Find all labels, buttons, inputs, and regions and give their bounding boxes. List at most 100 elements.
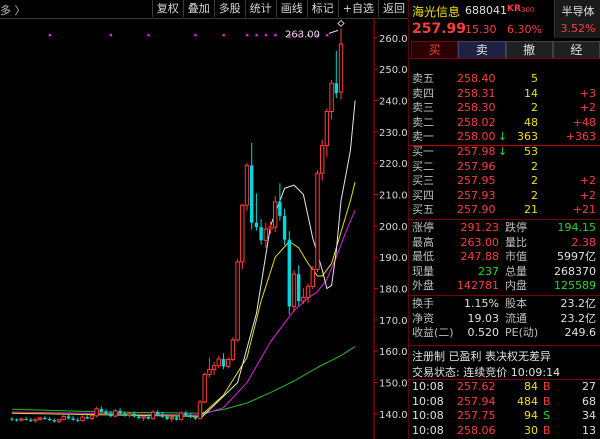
stat-value: 23.2亿 xyxy=(560,297,597,310)
tick-price: 258.06 xyxy=(457,423,496,437)
toolbar-button[interactable]: 标记 xyxy=(306,0,338,17)
price-change-pct: 6.30% xyxy=(507,23,542,36)
candle-body-down xyxy=(99,408,103,412)
order-price: 257.90 xyxy=(457,203,496,217)
candle-body-up xyxy=(273,201,278,228)
stats-row: 净资 19.03 流通 23.2亿 xyxy=(409,312,600,327)
divider xyxy=(409,58,600,59)
stat-label: PE(动) xyxy=(505,326,539,340)
toolbar-button[interactable]: 统计 xyxy=(244,0,276,17)
y-tick-label: 150.00 xyxy=(379,379,409,390)
order-volume: 5 xyxy=(531,72,538,85)
down-arrow-icon: ↓ xyxy=(498,130,508,144)
order-level: 买三 xyxy=(412,174,434,188)
toolbar-buttons: 复权 叠加 多股 统计 画线 标记 +自选 返回 xyxy=(151,0,409,18)
order-volume: 2 xyxy=(531,101,538,115)
kline-chart[interactable]: 140.00 150.00 160.00 170.00 180.00 190.00 200.… xyxy=(0,19,409,439)
sell-order-row[interactable]: 卖一 258.00 ↓ 363 +363 xyxy=(409,130,600,145)
buy-order-row[interactable]: 买五 257.90 21 +21 xyxy=(409,203,600,218)
order-price: 258.00 xyxy=(457,130,496,144)
candle-body-up xyxy=(320,145,325,174)
buy-order-row[interactable]: 买四 257.93 2 +2 xyxy=(409,189,600,204)
candle-body-up xyxy=(150,411,156,420)
stock-code: 688041 xyxy=(465,4,507,17)
buy-order-book: 买一 257.98 ↓ 53 买二 257.96 2 买三 257.95 2 +2 买四 257.93 2… xyxy=(409,145,600,218)
stat-label: 换手 xyxy=(412,297,434,310)
candle-body-down xyxy=(221,359,226,367)
sell-order-row[interactable]: 卖二 258.02 48 +48 xyxy=(409,116,600,131)
candle-body-up xyxy=(263,228,269,241)
toolbar-button[interactable]: 多股 xyxy=(213,0,245,17)
candle-body-down xyxy=(29,419,33,421)
candle-body-down xyxy=(137,416,141,418)
diamond-marker-icon xyxy=(337,19,345,28)
tick-price: 257.62 xyxy=(457,380,496,393)
candle-body-down xyxy=(66,416,71,419)
candle-body-down xyxy=(184,412,188,416)
y-tick-label: 180.00 xyxy=(379,285,409,296)
y-tick-label: 230.00 xyxy=(379,128,409,139)
candle-body-up xyxy=(244,164,250,206)
stat-label: 最低 xyxy=(412,250,434,264)
toolbar-button[interactable]: +自选 xyxy=(337,0,378,17)
tick-row: 10:08 258.06 30 B 13 xyxy=(409,424,600,439)
price-change: 15.30 xyxy=(465,23,497,36)
jing-button[interactable]: 经 xyxy=(552,41,600,59)
stat-label: 内盘 xyxy=(505,279,527,293)
toolbar-button[interactable]: 复权 xyxy=(151,0,183,17)
stats-row: 现量 237 总量 268370 xyxy=(409,265,600,280)
order-level: 买五 xyxy=(412,203,434,217)
sell-order-row[interactable]: 卖五 258.40 5 xyxy=(409,72,600,87)
candle-body-up xyxy=(33,418,38,422)
toolbar-button[interactable]: 返回 xyxy=(378,0,409,17)
order-level: 买四 xyxy=(412,188,434,202)
tick-time: 10:08 xyxy=(412,423,444,437)
candle-body-up xyxy=(301,296,306,302)
stat-label: 涨停 xyxy=(412,221,434,234)
tick-volume: 30 xyxy=(524,423,538,437)
candle-body-down xyxy=(282,215,287,240)
buy-button[interactable]: 买 xyxy=(411,41,459,59)
candle-body-down xyxy=(123,413,127,416)
tick-price: 257.94 xyxy=(457,394,496,408)
stat-value: 19.03 xyxy=(467,311,500,325)
order-level: 卖三 xyxy=(412,101,434,115)
order-price: 258.02 xyxy=(457,115,496,129)
sell-button[interactable]: 卖 xyxy=(458,41,506,59)
signal-marker xyxy=(246,34,249,37)
stock-notes: 注册制 已盈利 表决权无差异 xyxy=(412,350,551,363)
buy-order-row[interactable]: 买一 257.98 ↓ 53 xyxy=(409,145,600,160)
y-tick-label: 160.00 xyxy=(379,347,409,358)
candle-body-up xyxy=(197,401,203,420)
buy-order-row[interactable]: 买二 257.96 2 xyxy=(409,160,600,175)
trade-buttons: 买 卖 撤 经 xyxy=(409,41,600,59)
tick-count: 34 xyxy=(582,409,596,423)
candle-body-down xyxy=(188,415,193,418)
order-volume: 48 xyxy=(524,115,538,129)
candle-body-down xyxy=(250,165,254,223)
stats2-block: 换手 1.15% 股本 23.2亿 净资 19.03 流通 23.2亿 收益(二) 0.520 PE… xyxy=(409,297,600,341)
sell-order-row[interactable]: 卖四 258.31 14 +3 xyxy=(409,87,600,102)
toolbar-button[interactable]: 叠加 xyxy=(182,0,214,17)
candle-body-up xyxy=(202,373,207,403)
buy-order-row[interactable]: 买三 257.95 2 +2 xyxy=(409,174,600,189)
tick-volume: 484 xyxy=(517,394,538,408)
sell-order-row[interactable]: 卖三 258.30 2 +2 xyxy=(409,101,600,116)
stat-value: 125589 xyxy=(554,279,596,293)
stock-tag2: 300 xyxy=(521,6,535,14)
order-volume-change: +21 xyxy=(572,203,596,217)
candle-body-up xyxy=(310,268,316,287)
stat-value: 247.88 xyxy=(460,250,500,264)
order-level: 卖五 xyxy=(412,72,434,85)
cancel-order-button[interactable]: 撤 xyxy=(505,41,553,59)
candle-body-down xyxy=(146,416,150,419)
stat-label: 流通 xyxy=(505,311,527,325)
order-volume: 2 xyxy=(531,159,538,173)
candle-body-down xyxy=(71,418,75,420)
signal-marker xyxy=(255,34,258,37)
stat-value: 2.38 xyxy=(571,235,597,249)
order-volume: 53 xyxy=(524,145,538,158)
toolbar-button[interactable]: 画线 xyxy=(275,0,307,17)
toolbar-left-label[interactable]: 多 〉 xyxy=(0,2,26,18)
tick-count: 27 xyxy=(582,380,596,393)
